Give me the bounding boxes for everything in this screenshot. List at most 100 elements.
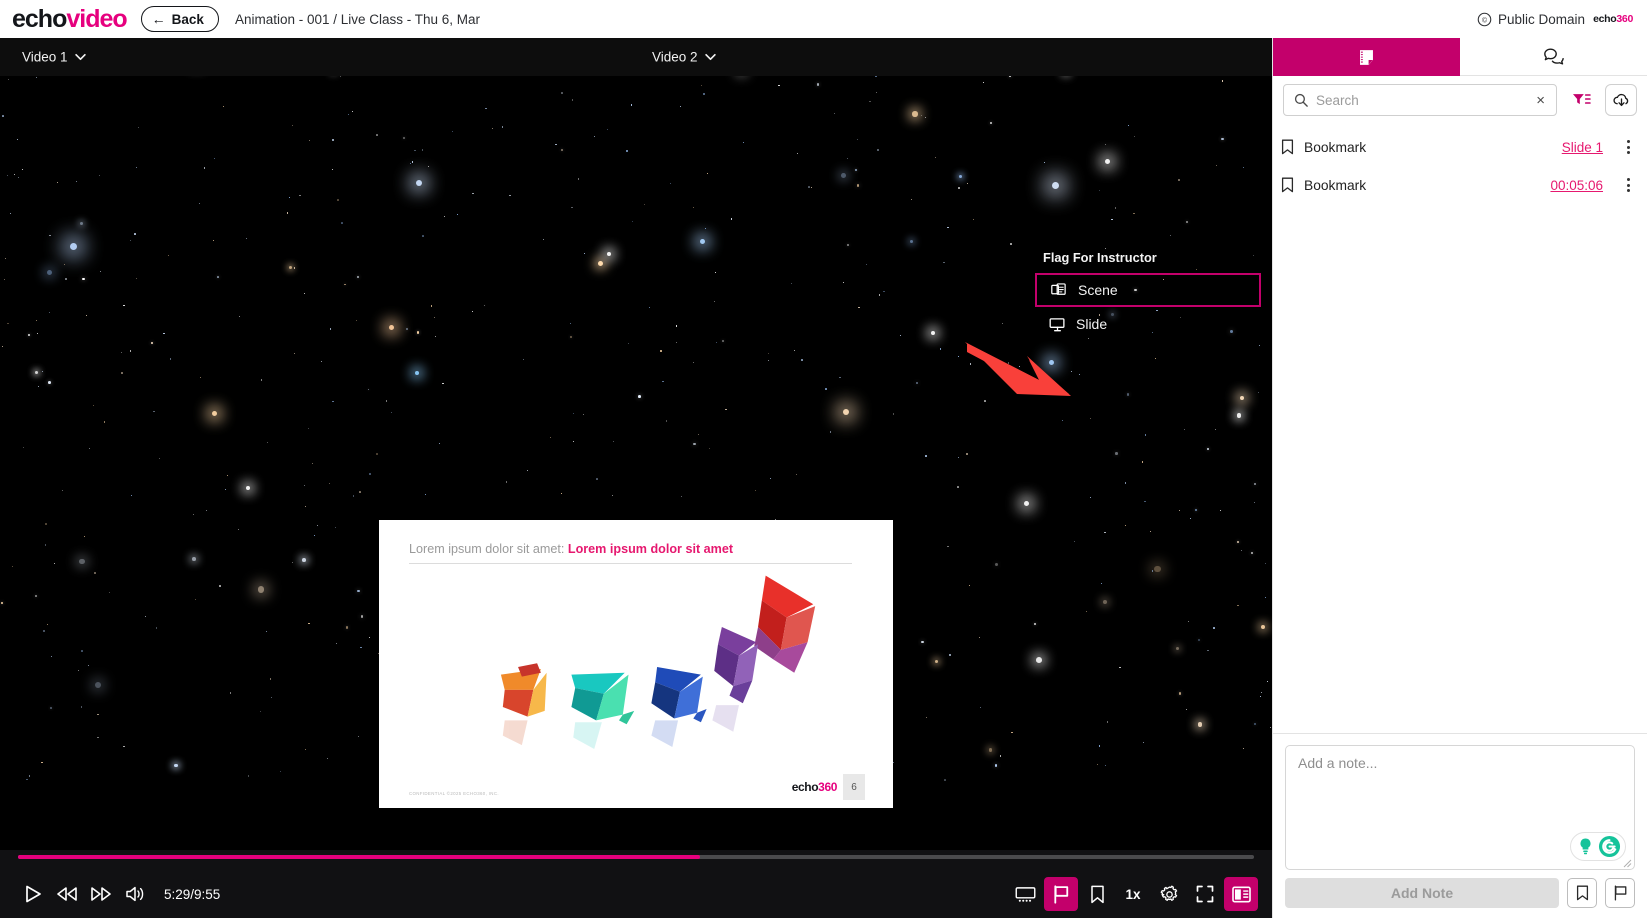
bookmark-row-1-menu-button[interactable] [1617, 140, 1639, 154]
star [1194, 508, 1197, 511]
volume-button[interactable] [118, 877, 152, 911]
star [269, 678, 272, 680]
star [40, 761, 43, 764]
play-button[interactable] [16, 877, 50, 911]
filter-button[interactable] [1565, 84, 1597, 116]
star [957, 457, 959, 459]
star [1114, 206, 1117, 209]
bookmark-row-2-label: Bookmark [1304, 177, 1367, 193]
svg-text:©: © [1482, 16, 1487, 24]
star [135, 166, 137, 168]
slide-overlay[interactable]: Lorem ipsum dolor sit amet: Lorem ipsum … [379, 520, 893, 808]
star [94, 571, 96, 574]
filmstrip-button[interactable] [1008, 877, 1042, 911]
star [375, 453, 378, 455]
fast-forward-button[interactable] [84, 877, 118, 911]
star [675, 325, 678, 327]
grammarly-widget[interactable] [1570, 832, 1626, 861]
star [422, 149, 424, 151]
star [36, 76, 38, 78]
star [1190, 517, 1192, 519]
star [456, 213, 458, 215]
bookmark-row-1[interactable]: Bookmark Slide 1 [1273, 128, 1647, 166]
star [222, 106, 224, 108]
star [1260, 625, 1266, 630]
progress-scrubber[interactable] [18, 855, 1254, 859]
flag-menu-item-scene[interactable]: Scene [1035, 273, 1261, 307]
star [439, 443, 440, 445]
search-input[interactable] [1316, 92, 1526, 108]
star [1259, 345, 1261, 346]
fullscreen-button[interactable] [1188, 877, 1222, 911]
star [714, 300, 716, 302]
star [1142, 741, 1145, 744]
star [972, 218, 975, 221]
bright-star [70, 243, 77, 250]
playback-speed-button[interactable]: 1x [1116, 877, 1150, 911]
star [596, 477, 598, 480]
star [935, 659, 939, 663]
back-button-label: Back [171, 11, 204, 27]
star [28, 775, 31, 777]
bookmark-row-2-menu-button[interactable] [1617, 178, 1639, 192]
star [246, 237, 248, 239]
tab-discussions[interactable] [1460, 38, 1647, 76]
origami-bird-orange [500, 663, 547, 717]
star [949, 654, 951, 656]
star [1264, 562, 1266, 564]
star [130, 239, 131, 241]
star [627, 342, 629, 344]
star [257, 586, 265, 593]
resize-grip-icon[interactable] [1622, 858, 1632, 868]
star [402, 136, 405, 139]
star [665, 420, 668, 422]
tab-notes[interactable] [1273, 38, 1460, 76]
star [37, 333, 39, 335]
right-sidebar: × [1272, 38, 1647, 918]
star [839, 376, 841, 379]
star [355, 319, 358, 322]
star [64, 264, 66, 266]
bookmark-row-2[interactable]: Bookmark 00:05:06 [1273, 166, 1647, 204]
star [692, 206, 695, 209]
bookmark-row-2-link[interactable]: 00:05:06 [1550, 178, 1603, 193]
note-flag-button[interactable] [1605, 878, 1635, 908]
bookmark-button[interactable] [1080, 877, 1114, 911]
add-note-button[interactable]: Add Note [1285, 878, 1559, 908]
note-textarea-wrapper[interactable]: Add a note... [1285, 745, 1635, 870]
star [50, 655, 52, 657]
video-1-selector[interactable]: Video 1 [22, 50, 86, 65]
download-button[interactable] [1605, 84, 1637, 116]
bookmark-row-1-link[interactable]: Slide 1 [1562, 140, 1603, 155]
star [990, 121, 993, 124]
rewind-button[interactable] [50, 877, 84, 911]
echovideo-player-app: echovideo ← Back Animation - 001 / Live … [0, 0, 1647, 918]
chevron-down-icon [704, 53, 716, 61]
star [842, 281, 845, 284]
slide-artwork [409, 564, 865, 774]
note-bookmark-button[interactable] [1567, 878, 1597, 908]
video-stage[interactable]: Lorem ipsum dolor sit amet: Lorem ipsum … [0, 38, 1272, 850]
star [626, 150, 628, 152]
search-container[interactable]: × [1283, 84, 1557, 116]
sidebar-toggle-icon [1231, 886, 1251, 902]
video-2-selector[interactable]: Video 2 [652, 50, 716, 65]
settings-button[interactable] [1152, 877, 1186, 911]
star [1253, 502, 1255, 503]
scene-icon [1051, 282, 1066, 295]
star [359, 491, 361, 493]
star [1104, 248, 1106, 250]
star [134, 233, 136, 235]
sidebar-toggle-button[interactable] [1224, 877, 1258, 911]
flag-menu-item-slide[interactable]: Slide [1035, 307, 1261, 341]
star [846, 244, 849, 247]
star [505, 481, 508, 483]
star [968, 585, 971, 587]
clear-search-icon[interactable]: × [1533, 93, 1548, 108]
back-button[interactable]: ← Back [140, 6, 219, 32]
star [198, 203, 200, 205]
star [613, 440, 615, 442]
star [1115, 452, 1118, 455]
star [1207, 649, 1209, 652]
flag-button[interactable] [1044, 877, 1078, 911]
